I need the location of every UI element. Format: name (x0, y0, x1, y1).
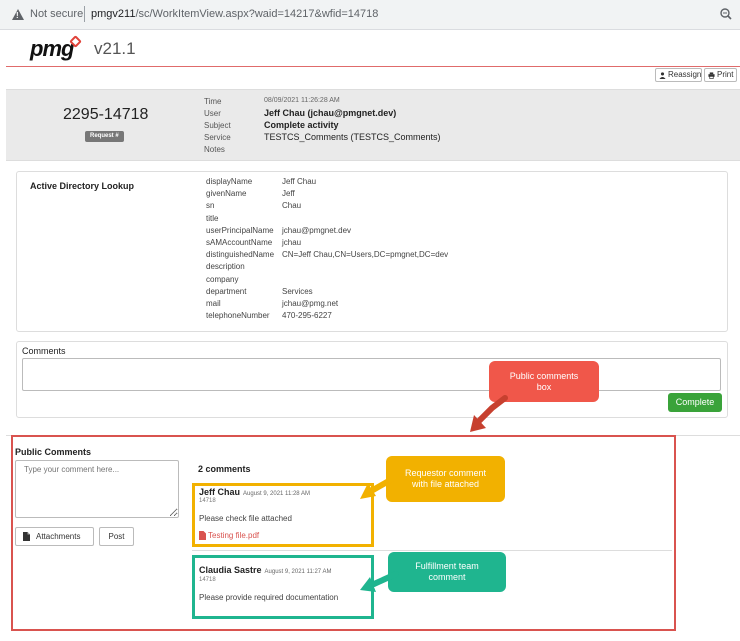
pdf-icon (199, 531, 206, 540)
comment-id: 14718 (199, 498, 216, 504)
security-label: Not secure (30, 8, 84, 20)
ad-value-mail: jchau@pmg.net (282, 299, 339, 308)
ad-key-userPrincipalName: userPrincipalName (206, 225, 274, 235)
ad-key-distinguishedName: distinguishedName (206, 250, 275, 260)
callout-public-comments-text: Public comments box (509, 370, 579, 392)
comment-text: Please provide required documentation (199, 593, 339, 602)
reassign-button[interactable]: Reassign (655, 68, 702, 82)
request-badge: Request # (85, 131, 124, 142)
attachments-label: Attachments (36, 532, 81, 541)
callout-requestor-text: Requestor comment with file attached (404, 468, 487, 489)
user-label: User (204, 109, 221, 118)
service-value: TESTCS_Comments (TESTCS_Comments) (264, 132, 441, 142)
comment-count: 2 comments (198, 464, 251, 474)
ad-key-givenName: givenName (206, 189, 247, 199)
print-button[interactable]: Print (704, 68, 737, 82)
comment-author-name: Jeff Chau (199, 487, 241, 497)
url-text[interactable]: pmgv211/sc/WorkItemView.aspx?waid=14217&… (91, 8, 378, 20)
comment-author: Jeff Chau August 9, 2021 11:28 AM (199, 487, 310, 497)
post-button[interactable]: Post (99, 527, 134, 546)
callout-fulfillment-text: Fulfillment team comment (415, 561, 479, 582)
subject-value: Complete activity (264, 120, 339, 130)
reassign-label: Reassign (668, 70, 702, 79)
ad-value-sAMAccountName: jchau (282, 238, 302, 247)
public-comment-input[interactable] (15, 460, 179, 518)
ad-value-department: Services (282, 286, 313, 296)
header-divider (6, 66, 740, 67)
ad-value-telephoneNumber: 470-295-6227 (282, 311, 332, 321)
ad-key-sn: sn (206, 201, 215, 211)
request-number: 2295-14718 (63, 106, 149, 123)
address-divider (84, 6, 85, 22)
comment-author-name: Claudia Sastre (199, 565, 262, 575)
public-comments-title: Public Comments (15, 447, 92, 457)
comments-textarea[interactable] (22, 358, 721, 391)
comment-separator (192, 550, 672, 551)
ad-key-description: description (206, 262, 245, 272)
comment-date: August 9, 2021 11:28 AM (243, 491, 310, 497)
warning-icon (12, 9, 24, 20)
subject-label: Subject (204, 121, 231, 130)
ad-key-displayName: displayName (206, 177, 253, 186)
callout-public-comments-box: Public comments box (489, 361, 599, 402)
attachment-filename: Testing file.pdf (208, 531, 260, 540)
ad-key-department: department (206, 286, 247, 296)
comments-title: Comments (22, 346, 66, 356)
attachments-button[interactable]: Attachments (15, 527, 94, 546)
file-icon (23, 532, 30, 541)
app-version: v21.1 (94, 39, 136, 58)
attachment-link[interactable]: Testing file.pdf (199, 531, 259, 540)
print-label: Print (717, 70, 734, 79)
ad-value-userPrincipalName: jchau@pmgnet.dev (282, 225, 352, 235)
ad-key-sAMAccountName: sAMAccountName (206, 238, 273, 247)
ad-value-distinguishedName: CN=Jeff Chau,CN=Users,DC=pmgnet,DC=dev (282, 250, 449, 260)
ad-value-displayName: Jeff Chau (282, 177, 317, 186)
print-icon (708, 72, 715, 79)
complete-button[interactable]: Complete (668, 393, 722, 412)
zoom-icon[interactable] (718, 6, 734, 22)
pmg-logo: pmg (30, 36, 74, 61)
comment-date: August 9, 2021 11:27 AM (264, 569, 332, 575)
comment-text: Please check file attached (199, 514, 292, 523)
user-value: Jeff Chau (jchau@pmgnet.dev) (264, 108, 397, 118)
ad-key-telephoneNumber: telephoneNumber (206, 311, 270, 321)
time-value: 08/09/2021 11:26:28 AM (264, 97, 340, 104)
browser-address-bar: Not secure pmgv211/sc/WorkItemView.aspx?… (0, 0, 740, 30)
ad-value-sn: Chau (282, 201, 302, 211)
comment-author: Claudia Sastre August 9, 2021 11:27 AM (199, 565, 331, 575)
callout-fulfillment-comment: Fulfillment team comment (388, 552, 506, 592)
ad-key-title: title (206, 213, 219, 223)
ad-key-company: company (206, 274, 239, 284)
user-icon (659, 72, 666, 79)
notes-label: Notes (204, 145, 225, 154)
service-label: Service (204, 133, 231, 142)
request-panel (6, 89, 740, 161)
ad-value-givenName: Jeff (282, 189, 295, 199)
ad-key-mail: mail (206, 299, 221, 308)
url-path: /sc/WorkItemView.aspx?waid=14217&wfid=14… (135, 8, 379, 20)
time-label: Time (204, 97, 222, 106)
comment-id: 14718 (199, 577, 216, 583)
callout-requestor-comment: Requestor comment with file attached (386, 456, 505, 502)
ad-lookup-title: Active Directory Lookup (30, 181, 135, 191)
url-host: pmgv211 (91, 8, 136, 20)
